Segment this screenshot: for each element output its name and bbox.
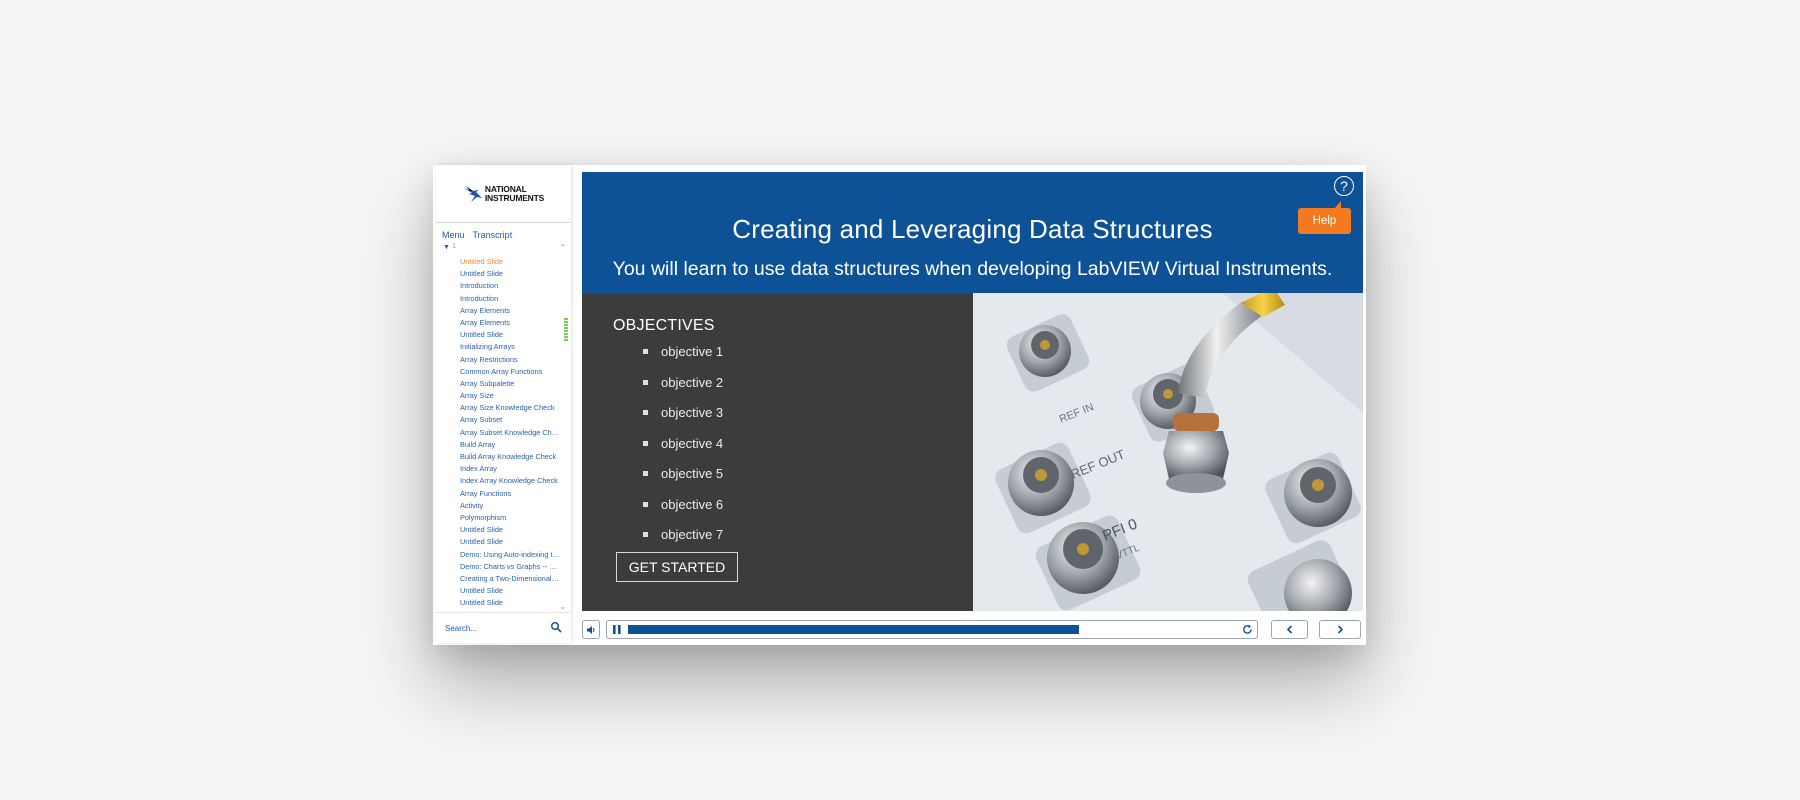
search-icon[interactable] bbox=[550, 621, 562, 633]
tree-header: ▼ 1 ⌃ bbox=[436, 243, 571, 254]
objective-item: objective 1 bbox=[643, 344, 723, 375]
objective-item: objective 6 bbox=[643, 497, 723, 528]
scroll-up-icon[interactable]: ⌃ bbox=[559, 243, 566, 252]
objective-text: objective 6 bbox=[661, 496, 724, 512]
bullet-icon bbox=[643, 440, 648, 446]
bullet-icon bbox=[643, 379, 648, 385]
slide-list-item[interactable]: Polymorphism bbox=[436, 512, 560, 524]
slide-list-item[interactable]: Build Array bbox=[436, 439, 560, 451]
bnc-connector-1 bbox=[1019, 325, 1071, 377]
logo-area: NATIONAL INSTRUMENTS bbox=[436, 165, 571, 223]
objectives-heading: OBJECTIVES bbox=[613, 317, 715, 334]
slide-list-item[interactable]: Array Subset bbox=[436, 414, 560, 426]
bullet-icon bbox=[643, 471, 648, 476]
objective-item: objective 3 bbox=[643, 405, 723, 436]
bullet-icon bbox=[643, 532, 648, 537]
objectives-list: objective 1 objective 2 objective 3 obje… bbox=[643, 344, 723, 558]
help-question-icon[interactable]: ? bbox=[1334, 176, 1354, 196]
objective-text: objective 5 bbox=[661, 466, 724, 481]
slide-list-item[interactable]: Untitled Slide bbox=[436, 585, 560, 597]
slide-list-item[interactable]: Array Subset Knowledge Check bbox=[436, 427, 560, 439]
course-player: NATIONAL INSTRUMENTS Menu Transcript ▼ 1… bbox=[433, 165, 1366, 645]
help-button[interactable]: Help bbox=[1298, 201, 1351, 234]
ni-eagle-icon bbox=[463, 185, 482, 202]
slide-list-item[interactable]: Array Subpalette bbox=[436, 378, 560, 390]
bnc-connector-3 bbox=[1008, 450, 1074, 516]
objective-text: objective 2 bbox=[661, 374, 724, 390]
objectives-panel: OBJECTIVES objective 1 objective 2 objec… bbox=[582, 293, 973, 611]
slide-header: Creating and Leveraging Data Structures … bbox=[582, 172, 1363, 293]
slide-list-item[interactable]: Introduction bbox=[436, 280, 560, 292]
objective-text: objective 4 bbox=[661, 435, 724, 451]
slide-list-item[interactable]: Untitled Slide bbox=[436, 256, 560, 268]
list-scrollbar[interactable] bbox=[564, 318, 568, 342]
slide-list-item[interactable]: Demo: Using Auto-indexing to Create a... bbox=[436, 549, 560, 561]
slide-stage: Creating and Leveraging Data Structures … bbox=[582, 172, 1363, 611]
next-slide-button[interactable] bbox=[1319, 620, 1361, 639]
replay-icon[interactable] bbox=[1241, 623, 1254, 636]
slide-title: Creating and Leveraging Data Structures bbox=[732, 214, 1213, 244]
slide-list-item[interactable]: Untitled Slide bbox=[436, 329, 560, 341]
bullet-icon bbox=[643, 349, 648, 354]
objective-text: objective 7 bbox=[661, 527, 724, 542]
objective-item: objective 5 bbox=[643, 466, 723, 497]
scroll-down-icon[interactable]: ⌄ bbox=[559, 602, 566, 611]
slide-list-item[interactable]: Untitled Slide bbox=[436, 524, 560, 536]
bnc-connector-5 bbox=[1284, 459, 1352, 527]
slide-list-item[interactable]: Array Elements bbox=[436, 305, 560, 317]
previous-slide-button[interactable] bbox=[1271, 620, 1308, 639]
bullet-icon bbox=[643, 410, 648, 415]
pause-icon[interactable] bbox=[611, 624, 623, 635]
slide-list-item[interactable]: Index Array Knowledge Check bbox=[436, 475, 560, 487]
slide-list-item[interactable]: Introduction bbox=[436, 293, 560, 305]
search-input[interactable] bbox=[445, 621, 545, 635]
get-started-button[interactable]: GET STARTED bbox=[616, 552, 738, 582]
objective-item: objective 2 bbox=[643, 375, 723, 406]
slide-list-item[interactable]: Array Elements bbox=[436, 317, 560, 329]
progress-track[interactable] bbox=[628, 625, 1238, 634]
connector-panel-illustration: REF IN REF OUT PFI 0 LVTTL bbox=[973, 293, 1363, 611]
tab-transcript[interactable]: Transcript bbox=[473, 230, 513, 244]
sidebar: NATIONAL INSTRUMENTS Menu Transcript ▼ 1… bbox=[436, 165, 571, 643]
objective-text: objective 3 bbox=[661, 405, 724, 420]
slide-list-item[interactable]: Untitled Slide bbox=[436, 597, 560, 609]
slide-list-item[interactable]: Common Array Functions bbox=[436, 366, 560, 378]
progress-fill bbox=[628, 625, 1080, 634]
speaker-icon bbox=[587, 625, 595, 634]
slide-list-item[interactable]: Index Array bbox=[436, 463, 560, 475]
expand-caret-icon[interactable]: ▼ bbox=[443, 244, 450, 251]
national-instruments-logo: NATIONAL INSTRUMENTS bbox=[463, 184, 545, 203]
slide-list-item[interactable]: Array Functions bbox=[436, 488, 560, 500]
slide-list-item[interactable]: Array Restrictions bbox=[436, 354, 560, 366]
slide-list-item[interactable]: Untitled Slide bbox=[436, 268, 560, 280]
slide-list-item[interactable]: Array Size bbox=[436, 390, 560, 402]
slide-list-item[interactable]: Creating a Two-Dimensional Array bbox=[436, 573, 560, 585]
volume-button[interactable] bbox=[582, 620, 600, 639]
chevron-left-icon bbox=[1286, 625, 1292, 634]
instrument-connector-photo: REF IN REF OUT PFI 0 LVTTL bbox=[973, 293, 1363, 611]
search-bar bbox=[436, 612, 571, 643]
bullet-icon bbox=[643, 501, 648, 507]
slide-list-item[interactable]: Activity bbox=[436, 500, 560, 512]
slide-list-item[interactable]: Demo: Charts vs Graphs -- Single and... bbox=[436, 561, 560, 573]
chevron-right-icon bbox=[1337, 625, 1344, 634]
slide-list: Untitled Slide Untitled Slide Introduction… bbox=[436, 256, 571, 613]
tree-section-number: 1 bbox=[452, 243, 456, 250]
logo-text-instruments: INSTRUMENTS bbox=[484, 192, 545, 203]
playback-bar bbox=[606, 620, 1258, 639]
slide-list-item[interactable]: Array Size Knowledge Check bbox=[436, 402, 560, 414]
objective-item: objective 4 bbox=[643, 436, 723, 467]
tab-menu[interactable]: Menu bbox=[442, 230, 465, 244]
slide-list-item[interactable]: Initializing Arrays bbox=[436, 341, 560, 353]
slide-list-item[interactable]: Build Array Knowledge Check bbox=[436, 451, 560, 463]
sidebar-tabs: Menu Transcript bbox=[436, 223, 571, 244]
objective-text: objective 1 bbox=[661, 344, 724, 359]
slide-list-item[interactable]: Untitled Slide bbox=[436, 536, 560, 548]
slide-subtitle: You will learn to use data structures wh… bbox=[612, 258, 1333, 280]
